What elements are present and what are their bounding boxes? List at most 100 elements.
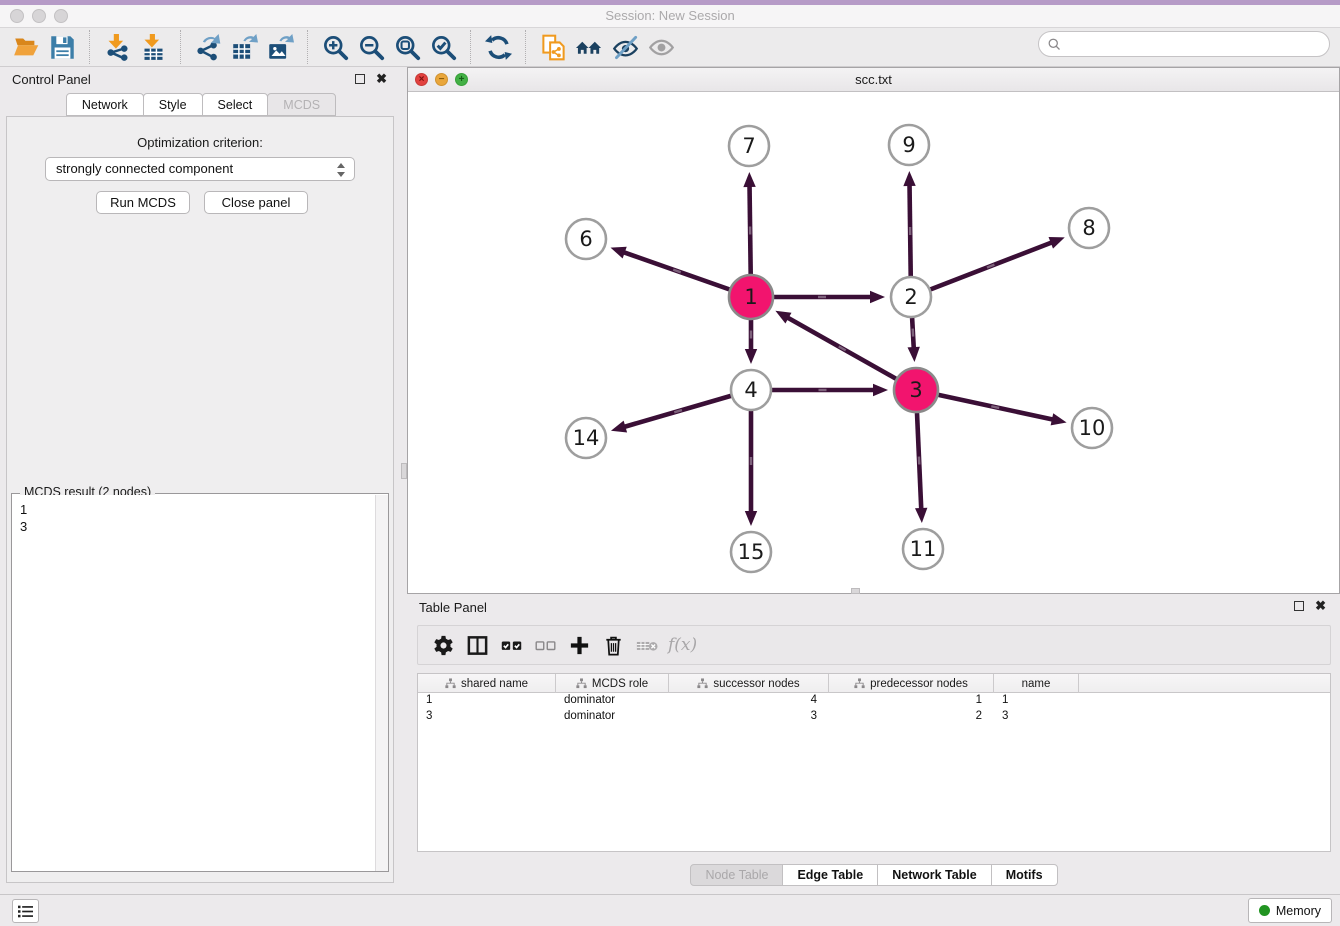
cell-MCDS-role[interactable]: dominator xyxy=(556,709,669,725)
node-label: 11 xyxy=(910,537,937,561)
edge-arrowhead xyxy=(1051,413,1067,425)
tab-network[interactable]: Network xyxy=(66,93,144,116)
cell-MCDS-role[interactable]: dominator xyxy=(556,693,669,709)
column-header-name[interactable]: name xyxy=(994,674,1079,693)
control-panel-title: Control Panel xyxy=(12,72,91,87)
export-table-button[interactable] xyxy=(226,30,262,64)
export-table-icon xyxy=(231,34,258,61)
edge-handle xyxy=(750,457,752,465)
cell-predecessor-nodes[interactable]: 2 xyxy=(829,709,994,725)
node-label: 3 xyxy=(909,378,922,402)
tab-edge-table[interactable]: Edge Table xyxy=(782,864,878,886)
column-label: successor nodes xyxy=(713,678,799,690)
cell-shared-name[interactable]: 1 xyxy=(418,693,556,709)
tab-style[interactable]: Style xyxy=(143,93,203,116)
search-box[interactable] xyxy=(1038,31,1330,57)
node-table[interactable]: shared name MCDS role successor nodes prede… xyxy=(417,673,1331,852)
float-table-panel-icon[interactable] xyxy=(1294,601,1304,611)
tab-select[interactable]: Select xyxy=(202,93,269,116)
clone-network-icon xyxy=(540,34,567,61)
settings-gear-button[interactable] xyxy=(426,629,460,661)
save-session-button[interactable] xyxy=(44,30,80,64)
view-minimize-icon[interactable]: − xyxy=(435,73,448,86)
cell-name[interactable]: 3 xyxy=(994,709,1079,725)
select-all-button[interactable] xyxy=(494,629,528,661)
add-column-icon xyxy=(568,634,591,657)
zoom-selected-button[interactable] xyxy=(425,30,461,64)
home-button[interactable] xyxy=(571,30,607,64)
select-stepper-icon xyxy=(334,161,348,179)
task-history-button[interactable] xyxy=(12,899,39,923)
import-table-button[interactable] xyxy=(135,30,171,64)
open-session-button[interactable] xyxy=(8,30,44,64)
zoom-out-button[interactable] xyxy=(353,30,389,64)
import-network-button[interactable] xyxy=(99,30,135,64)
delete-table-button[interactable] xyxy=(630,629,664,661)
table-rows[interactable]: 1dominator4113dominator323 xyxy=(418,693,1330,725)
criterion-select[interactable]: strongly connected component xyxy=(45,157,355,181)
network-window-titlebar[interactable]: × − + scc.txt xyxy=(408,68,1339,92)
import-network-icon xyxy=(104,34,131,61)
close-table-panel-icon[interactable]: ✖ xyxy=(1315,598,1326,614)
search-icon xyxy=(1047,37,1062,52)
edge-handle xyxy=(819,389,827,391)
column-header-shared-name[interactable]: shared name xyxy=(418,674,556,693)
hide-panels-icon xyxy=(612,34,639,61)
zoom-in-button[interactable] xyxy=(317,30,353,64)
deselect-all-button[interactable] xyxy=(528,629,562,661)
tab-network-table[interactable]: Network Table xyxy=(877,864,992,886)
add-column-button[interactable] xyxy=(562,629,596,661)
window-close-button[interactable] xyxy=(10,9,24,23)
column-header-MCDS-role[interactable]: MCDS role xyxy=(556,674,669,693)
column-header-successor-nodes[interactable]: successor nodes xyxy=(669,674,829,693)
node-label: 1 xyxy=(744,285,757,309)
cell-shared-name[interactable]: 3 xyxy=(418,709,556,725)
edge-handle xyxy=(750,331,752,339)
tab-node-table[interactable]: Node Table xyxy=(690,864,783,886)
network-canvas[interactable]: 1234678910111415 xyxy=(408,92,1339,593)
window-zoom-button[interactable] xyxy=(54,9,68,23)
close-panel-button[interactable]: Close panel xyxy=(204,191,308,214)
network-graph[interactable]: 1234678910111415 xyxy=(408,92,1339,593)
view-maximize-icon[interactable]: + xyxy=(455,73,468,86)
node-label: 8 xyxy=(1082,216,1095,240)
edge-handle xyxy=(818,296,826,298)
horizontal-splitter-grip[interactable] xyxy=(851,588,860,594)
view-close-icon[interactable]: × xyxy=(415,73,428,86)
cell-successor-nodes[interactable]: 3 xyxy=(669,709,829,725)
cell-name[interactable]: 1 xyxy=(994,693,1079,709)
hide-panels-button[interactable] xyxy=(607,30,643,64)
zoom-in-icon xyxy=(322,34,349,61)
clone-network-button[interactable] xyxy=(535,30,571,64)
edge-handle xyxy=(911,328,914,336)
memory-button[interactable]: Memory xyxy=(1248,898,1332,923)
show-panels-button[interactable] xyxy=(643,30,679,64)
result-scrollbar[interactable] xyxy=(375,495,388,871)
node-label: 6 xyxy=(579,227,592,251)
cell-successor-nodes[interactable]: 4 xyxy=(669,693,829,709)
export-image-button[interactable] xyxy=(262,30,298,64)
split-panel-button[interactable] xyxy=(460,629,494,661)
window-minimize-button[interactable] xyxy=(32,9,46,23)
cell-predecessor-nodes[interactable]: 1 xyxy=(829,693,994,709)
delete-table-icon xyxy=(636,634,659,657)
search-input[interactable] xyxy=(1062,34,1329,54)
table-row[interactable]: 1dominator411 xyxy=(418,693,1330,709)
edge-arrowhead xyxy=(745,349,757,364)
table-row[interactable]: 3dominator323 xyxy=(418,709,1330,725)
zoom-fit-button[interactable] xyxy=(389,30,425,64)
tab-motifs[interactable]: Motifs xyxy=(991,864,1058,886)
show-panels-icon xyxy=(648,34,675,61)
function-builder-button[interactable]: f(x) xyxy=(668,635,697,655)
float-panel-icon[interactable] xyxy=(355,74,365,84)
table-header-row[interactable]: shared name MCDS role successor nodes prede… xyxy=(418,674,1330,693)
close-panel-icon[interactable]: ✖ xyxy=(376,71,387,87)
column-header-predecessor-nodes[interactable]: predecessor nodes xyxy=(829,674,994,693)
refresh-button[interactable] xyxy=(480,30,516,64)
tab-mcds[interactable]: MCDS xyxy=(267,93,336,116)
edge-handle xyxy=(918,456,921,464)
delete-column-button[interactable] xyxy=(596,629,630,661)
run-mcds-button[interactable]: Run MCDS xyxy=(96,191,190,214)
export-network-button[interactable] xyxy=(190,30,226,64)
column-label: shared name xyxy=(461,678,528,690)
